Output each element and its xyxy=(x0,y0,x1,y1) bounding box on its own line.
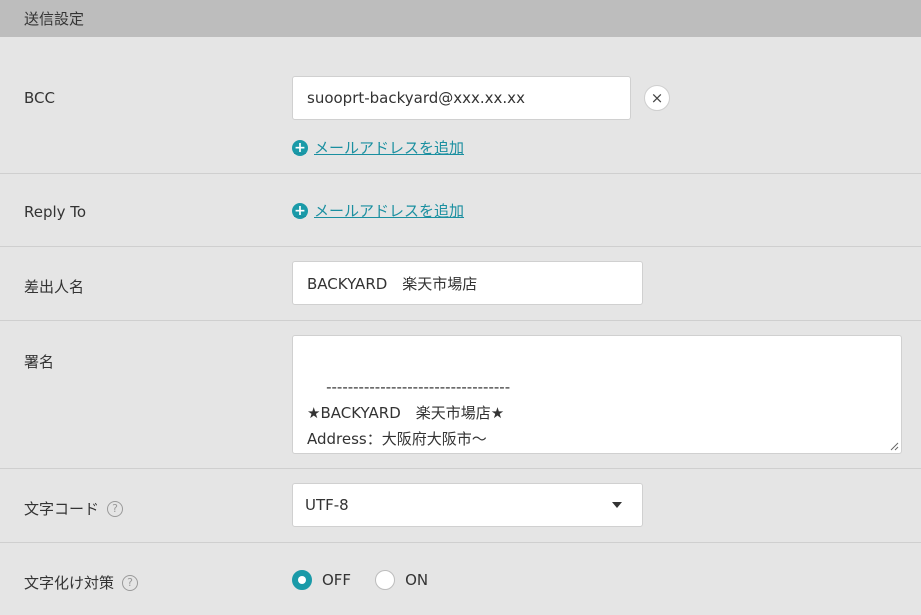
bcc-label: BCC xyxy=(24,89,55,107)
signature-textarea[interactable]: ---------------------------------- ★BACK… xyxy=(292,335,902,454)
radio-checked-icon xyxy=(292,570,312,590)
charset-label: 文字コード xyxy=(24,500,100,518)
mojibake-label: 文字化け対策 xyxy=(24,574,115,592)
bcc-add-email-link[interactable]: + メールアドレスを追加 xyxy=(292,137,464,158)
section-header: 送信設定 xyxy=(0,0,921,37)
sender-name-input[interactable]: BACKYARD 楽天市場店 xyxy=(292,261,643,305)
radio-off-label: OFF xyxy=(322,571,352,589)
mojibake-radio-group: OFF ON xyxy=(292,570,452,590)
close-icon: × xyxy=(650,89,664,107)
reply-to-add-email-link[interactable]: + メールアドレスを追加 xyxy=(292,200,464,221)
bcc-row: BCC suooprt-backyard@xxx.xx.xx × + メールアド… xyxy=(0,37,921,174)
reply-to-row: Reply To + メールアドレスを追加 xyxy=(0,174,921,247)
reply-to-label: Reply To xyxy=(24,203,87,221)
bcc-add-email-label: メールアドレスを追加 xyxy=(314,139,465,157)
charset-row: 文字コード ? UTF-8 xyxy=(0,469,921,543)
charset-select[interactable]: UTF-8 xyxy=(292,483,643,527)
signature-row: 署名 ---------------------------------- ★B… xyxy=(0,321,921,469)
sender-name-label: 差出人名 xyxy=(24,278,85,296)
sender-name-row: 差出人名 BACKYARD 楽天市場店 xyxy=(0,247,921,321)
remove-bcc-email-button[interactable]: × xyxy=(644,85,670,111)
radio-unchecked-icon xyxy=(375,570,396,590)
caret-down-icon xyxy=(612,502,622,508)
mojibake-label-group: 文字化け対策 ? xyxy=(24,572,139,593)
section-title: 送信設定 xyxy=(24,10,85,28)
charset-label-group: 文字コード ? xyxy=(24,498,124,519)
signature-text: ---------------------------------- ★BACK… xyxy=(307,378,511,448)
help-icon[interactable]: ? xyxy=(107,500,124,517)
bcc-email-input[interactable]: suooprt-backyard@xxx.xx.xx xyxy=(292,76,631,120)
mojibake-row: 文字化け対策 ? OFF ON xyxy=(0,543,921,615)
resize-handle-icon[interactable] xyxy=(889,441,899,451)
radio-off[interactable]: OFF xyxy=(292,570,351,590)
charset-selected-value: UTF-8 xyxy=(305,496,349,514)
signature-label: 署名 xyxy=(24,353,55,371)
plus-circle-icon: + xyxy=(292,202,308,219)
radio-on[interactable]: ON xyxy=(375,570,428,590)
radio-on-label: ON xyxy=(405,571,429,589)
reply-to-add-email-label: メールアドレスを追加 xyxy=(314,202,465,220)
help-icon[interactable]: ? xyxy=(122,574,139,591)
plus-circle-icon: + xyxy=(292,139,308,156)
